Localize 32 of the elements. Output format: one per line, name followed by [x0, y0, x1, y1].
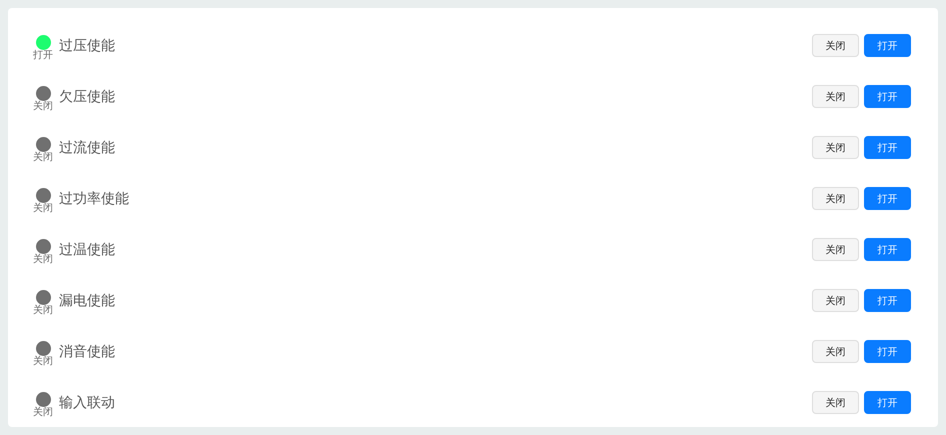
off-button[interactable]: 关闭 — [812, 136, 859, 159]
on-button[interactable]: 打开 — [864, 289, 911, 312]
status-label: 关闭 — [33, 304, 53, 316]
off-button[interactable]: 关闭 — [812, 85, 859, 108]
status-label: 关闭 — [33, 152, 53, 162]
on-button[interactable]: 打开 — [864, 85, 911, 108]
on-button[interactable]: 打开 — [864, 136, 911, 159]
on-button[interactable]: 打开 — [864, 391, 911, 414]
on-button[interactable]: 打开 — [864, 238, 911, 261]
on-button[interactable]: 打开 — [864, 34, 911, 57]
status-label: 关闭 — [33, 254, 53, 264]
off-button[interactable]: 关闭 — [812, 340, 859, 363]
status-label: 关闭 — [33, 100, 53, 112]
on-button[interactable]: 打开 — [864, 187, 911, 210]
setting-label: 欠压使能 — [59, 88, 115, 106]
status-label: 关闭 — [33, 356, 53, 366]
setting-label: 过流使能 — [59, 138, 115, 156]
off-button[interactable]: 关闭 — [812, 289, 859, 312]
off-button[interactable]: 关闭 — [812, 34, 859, 57]
setting-label: 过温使能 — [59, 240, 115, 258]
on-button[interactable]: 打开 — [864, 340, 911, 363]
setting-label: 消音使能 — [59, 342, 115, 360]
status-label: 关闭 — [33, 202, 53, 214]
setting-label: 漏电使能 — [59, 292, 115, 310]
off-button[interactable]: 关闭 — [812, 391, 859, 414]
off-button[interactable]: 关闭 — [812, 238, 859, 261]
setting-label: 过功率使能 — [59, 190, 129, 208]
status-label: 打开 — [33, 50, 53, 60]
setting-label: 过压使能 — [59, 36, 115, 54]
off-button[interactable]: 关闭 — [812, 187, 859, 210]
setting-label: 输入联动 — [59, 394, 115, 412]
status-label: 关闭 — [33, 406, 53, 418]
